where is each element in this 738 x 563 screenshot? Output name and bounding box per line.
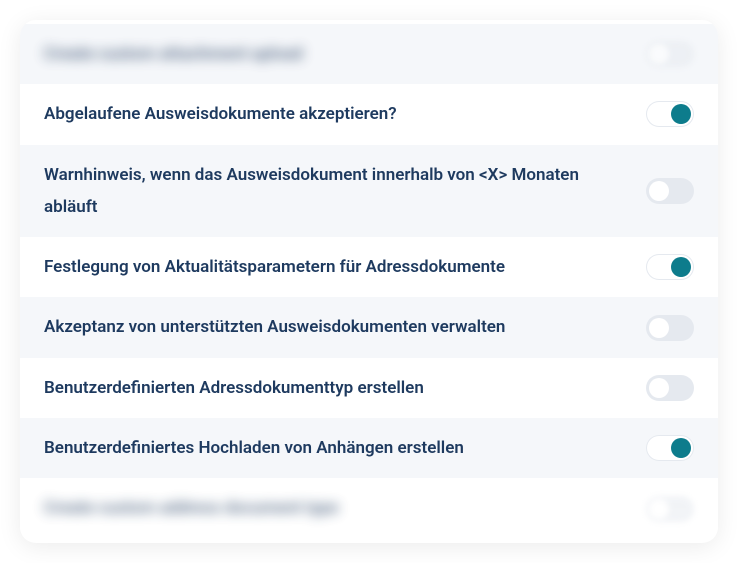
toggle-knob [649, 44, 669, 64]
setting-toggle[interactable] [646, 178, 694, 204]
setting-label: Create custom address document type [44, 492, 626, 524]
setting-row: Benutzerdefiniertes Hochladen von Anhäng… [20, 418, 718, 478]
setting-row: Festlegung von Aktualitätsparametern für… [20, 237, 718, 297]
setting-label: Abgelaufene Ausweisdokumente akzeptieren… [44, 98, 626, 130]
setting-row: Create custom address document type [20, 478, 718, 538]
settings-panel: Create custom attachment upload Abgelauf… [20, 20, 718, 543]
setting-row: Warnhinweis, wenn das Ausweisdokument in… [20, 145, 718, 238]
setting-label: Festlegung von Aktualitätsparametern für… [44, 251, 626, 283]
toggle-knob [671, 257, 691, 277]
setting-label: Create custom attachment upload [44, 38, 626, 70]
setting-label: Akzeptanz von unterstützten Ausweisdokum… [44, 311, 626, 343]
setting-toggle[interactable] [646, 315, 694, 341]
setting-label: Warnhinweis, wenn das Ausweisdokument in… [44, 159, 626, 224]
setting-toggle[interactable] [646, 101, 694, 127]
toggle-knob [649, 499, 669, 519]
setting-toggle[interactable] [646, 41, 694, 67]
setting-label: Benutzerdefinierten Adressdokumenttyp er… [44, 372, 626, 404]
setting-toggle[interactable] [646, 375, 694, 401]
setting-row: Akzeptanz von unterstützten Ausweisdokum… [20, 297, 718, 357]
setting-toggle[interactable] [646, 435, 694, 461]
toggle-knob [671, 438, 691, 458]
toggle-knob [649, 181, 669, 201]
setting-row: Create custom attachment upload [20, 24, 718, 84]
toggle-knob [649, 318, 669, 338]
setting-toggle[interactable] [646, 254, 694, 280]
setting-toggle[interactable] [646, 496, 694, 522]
setting-label: Benutzerdefiniertes Hochladen von Anhäng… [44, 432, 626, 464]
setting-row: Abgelaufene Ausweisdokumente akzeptieren… [20, 84, 718, 144]
toggle-knob [671, 104, 691, 124]
toggle-knob [649, 378, 669, 398]
setting-row: Benutzerdefinierten Adressdokumenttyp er… [20, 358, 718, 418]
